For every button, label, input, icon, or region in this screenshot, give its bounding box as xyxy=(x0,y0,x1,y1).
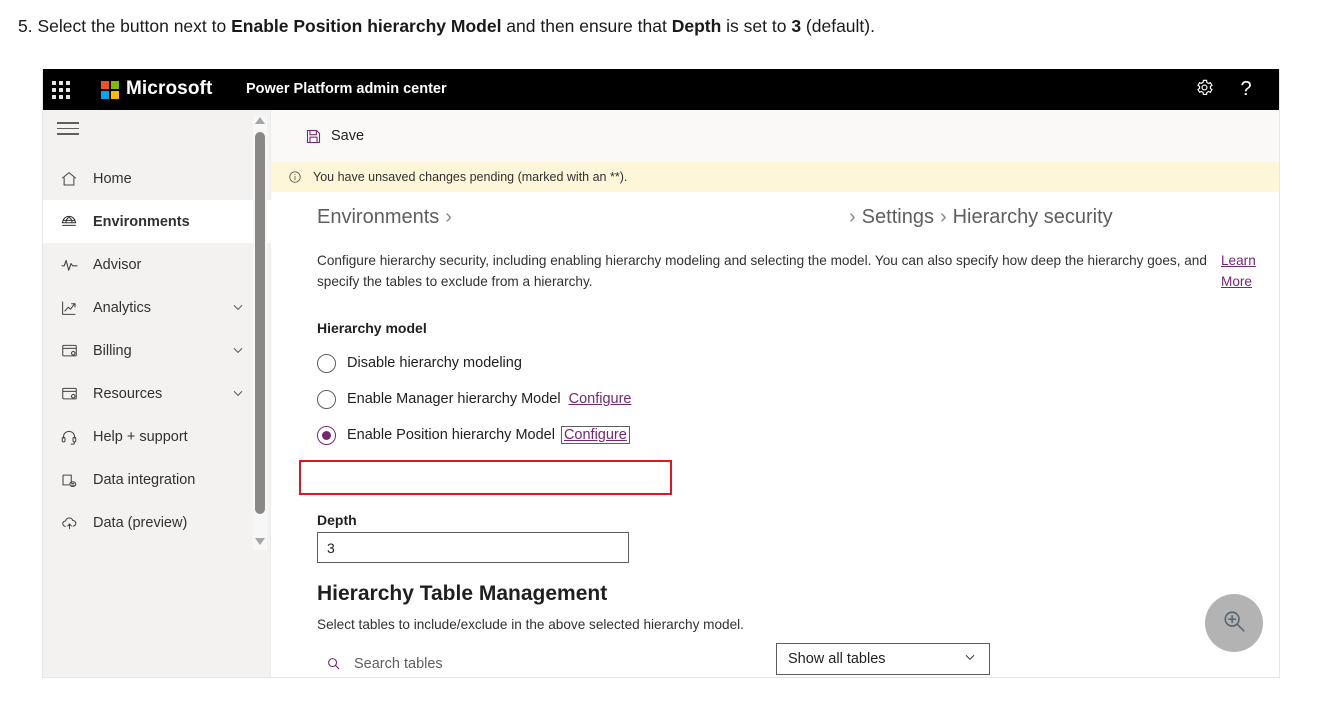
sidebar-item-resources[interactable]: Resources xyxy=(43,372,271,415)
configure-link-position[interactable]: Configure xyxy=(561,426,630,444)
sidebar-item-label: Environments xyxy=(93,214,190,230)
radio-disable-hierarchy-modeling[interactable]: Disable hierarchy modeling xyxy=(317,349,522,377)
zoom-in-icon xyxy=(1220,607,1248,640)
breadcrumb-separator-icon: › xyxy=(940,206,947,228)
sidebar-item-label: Help + support xyxy=(93,429,188,445)
save-icon xyxy=(305,128,322,145)
chevron-down-icon[interactable] xyxy=(963,650,977,668)
sidebar-item-label: Home xyxy=(93,171,132,187)
sidebar-item-label: Data (preview) xyxy=(93,515,187,531)
chevron-down-icon[interactable] xyxy=(231,386,245,404)
gear-icon[interactable] xyxy=(1191,78,1217,102)
database-sync-icon xyxy=(57,471,81,489)
search-input[interactable] xyxy=(352,655,632,673)
breadcrumb-root-label: Environments xyxy=(317,206,439,228)
sidebar-item-billing[interactable]: Billing xyxy=(43,329,271,372)
home-icon xyxy=(57,170,81,188)
sidebar-item-label: Resources xyxy=(93,386,162,402)
instruction-number: 5. xyxy=(18,16,33,36)
notification-message: You have unsaved changes pending (marked… xyxy=(313,170,627,184)
save-button-label: Save xyxy=(331,128,364,144)
line-chart-icon xyxy=(57,299,81,317)
breadcrumb-current: Hierarchy security xyxy=(953,206,1113,228)
search-tables-field[interactable] xyxy=(317,648,677,678)
depth-input[interactable] xyxy=(317,532,629,563)
app-header: Microsoft Power Platform admin center ? xyxy=(43,69,1280,110)
command-bar: Save xyxy=(271,110,1280,162)
page-description: Configure hierarchy security, including … xyxy=(317,250,1212,292)
breadcrumb: Environments › › Settings › Hierarchy securi… xyxy=(271,206,1280,242)
chevron-down-icon[interactable] xyxy=(231,343,245,361)
hierarchy-table-management-subtitle: Select tables to include/exclude in the … xyxy=(317,617,744,632)
microsoft-logo-icon xyxy=(101,81,119,99)
search-icon xyxy=(326,656,341,671)
zoom-in-button[interactable] xyxy=(1205,594,1263,652)
app-window: Microsoft Power Platform admin center ? … xyxy=(42,69,1280,678)
breadcrumb-separator-icon: › xyxy=(849,206,856,228)
content-area: Save You have unsaved changes pending (m… xyxy=(271,110,1280,678)
globe-icon xyxy=(57,213,81,231)
depth-label: Depth xyxy=(317,512,357,528)
sidebar-item-environments[interactable]: Environments xyxy=(43,200,271,243)
instruction-bold-1: Enable Position hierarchy Model xyxy=(231,16,501,36)
headset-icon xyxy=(57,428,81,446)
app-launcher-icon[interactable] xyxy=(52,81,70,99)
resources-icon xyxy=(57,385,81,403)
instruction-bold-3: 3 xyxy=(791,16,801,36)
sidebar: Home Environments Advisor xyxy=(43,110,271,678)
hierarchy-table-management-title: Hierarchy Table Management xyxy=(317,582,607,606)
sidebar-item-label: Billing xyxy=(93,343,132,359)
pulse-icon xyxy=(57,256,81,274)
scroll-up-arrow-icon[interactable] xyxy=(255,117,265,127)
breadcrumb-settings[interactable]: Settings xyxy=(862,206,934,228)
cloud-upload-icon xyxy=(57,514,81,532)
microsoft-wordmark: Microsoft xyxy=(126,78,212,100)
sidebar-item-data-integration[interactable]: Data integration xyxy=(43,458,271,501)
sidebar-item-help-support[interactable]: Help + support xyxy=(43,415,271,458)
breadcrumb-root[interactable]: Environments › xyxy=(317,206,458,229)
table-filter-value: Show all tables xyxy=(788,651,886,667)
sidebar-item-analytics[interactable]: Analytics xyxy=(43,286,271,329)
instruction-part-2: and then ensure that xyxy=(501,16,671,36)
radio-label: Disable hierarchy modeling xyxy=(347,355,522,371)
instruction-bold-2: Depth xyxy=(672,16,722,36)
chevron-down-icon[interactable] xyxy=(231,300,245,318)
sidebar-item-data-preview[interactable]: Data (preview) xyxy=(43,501,271,544)
learn-more-link[interactable]: Learn More xyxy=(1221,250,1280,292)
save-button[interactable]: Save xyxy=(295,118,374,154)
app-title: Power Platform admin center xyxy=(246,81,447,97)
table-filter-dropdown[interactable]: Show all tables xyxy=(776,643,990,675)
instruction-part-3: is set to xyxy=(721,16,791,36)
instruction-part-1: Select the button next to xyxy=(37,16,231,36)
radio-enable-position-hierarchy[interactable]: Enable Position hierarchy Model Configur… xyxy=(317,421,630,449)
hierarchy-model-label: Hierarchy model xyxy=(317,320,427,336)
radio-label: Enable Position hierarchy Model xyxy=(347,427,555,443)
sidebar-scrollbar-thumb[interactable] xyxy=(255,132,265,514)
sidebar-item-label: Advisor xyxy=(93,257,141,273)
sidebar-item-home[interactable]: Home xyxy=(43,157,271,200)
radio-indicator[interactable] xyxy=(317,354,336,373)
unsaved-changes-notification: You have unsaved changes pending (marked… xyxy=(271,162,1280,192)
sidebar-item-label: Data integration xyxy=(93,472,195,488)
scroll-down-arrow-icon[interactable] xyxy=(255,538,265,548)
instruction-part-4: (default). xyxy=(801,16,875,36)
billing-icon xyxy=(57,342,81,360)
radio-indicator[interactable] xyxy=(317,390,336,409)
highlight-annotation-box xyxy=(299,460,672,495)
breadcrumb-tail: › Settings › Hierarchy security xyxy=(843,206,1113,229)
radio-label: Enable Manager hierarchy Model xyxy=(347,391,561,407)
info-icon xyxy=(288,170,302,184)
breadcrumb-separator-icon: › xyxy=(445,206,452,228)
radio-indicator[interactable] xyxy=(317,426,336,445)
sidebar-item-label: Analytics xyxy=(93,300,151,316)
radio-enable-manager-hierarchy[interactable]: Enable Manager hierarchy Model Configure xyxy=(317,385,631,413)
instruction-text: 5. Select the button next to Enable Posi… xyxy=(18,14,1308,38)
help-icon[interactable]: ? xyxy=(1233,78,1259,102)
sidebar-item-advisor[interactable]: Advisor xyxy=(43,243,271,286)
configure-link-manager[interactable]: Configure xyxy=(569,391,632,407)
hamburger-icon[interactable] xyxy=(57,122,79,138)
